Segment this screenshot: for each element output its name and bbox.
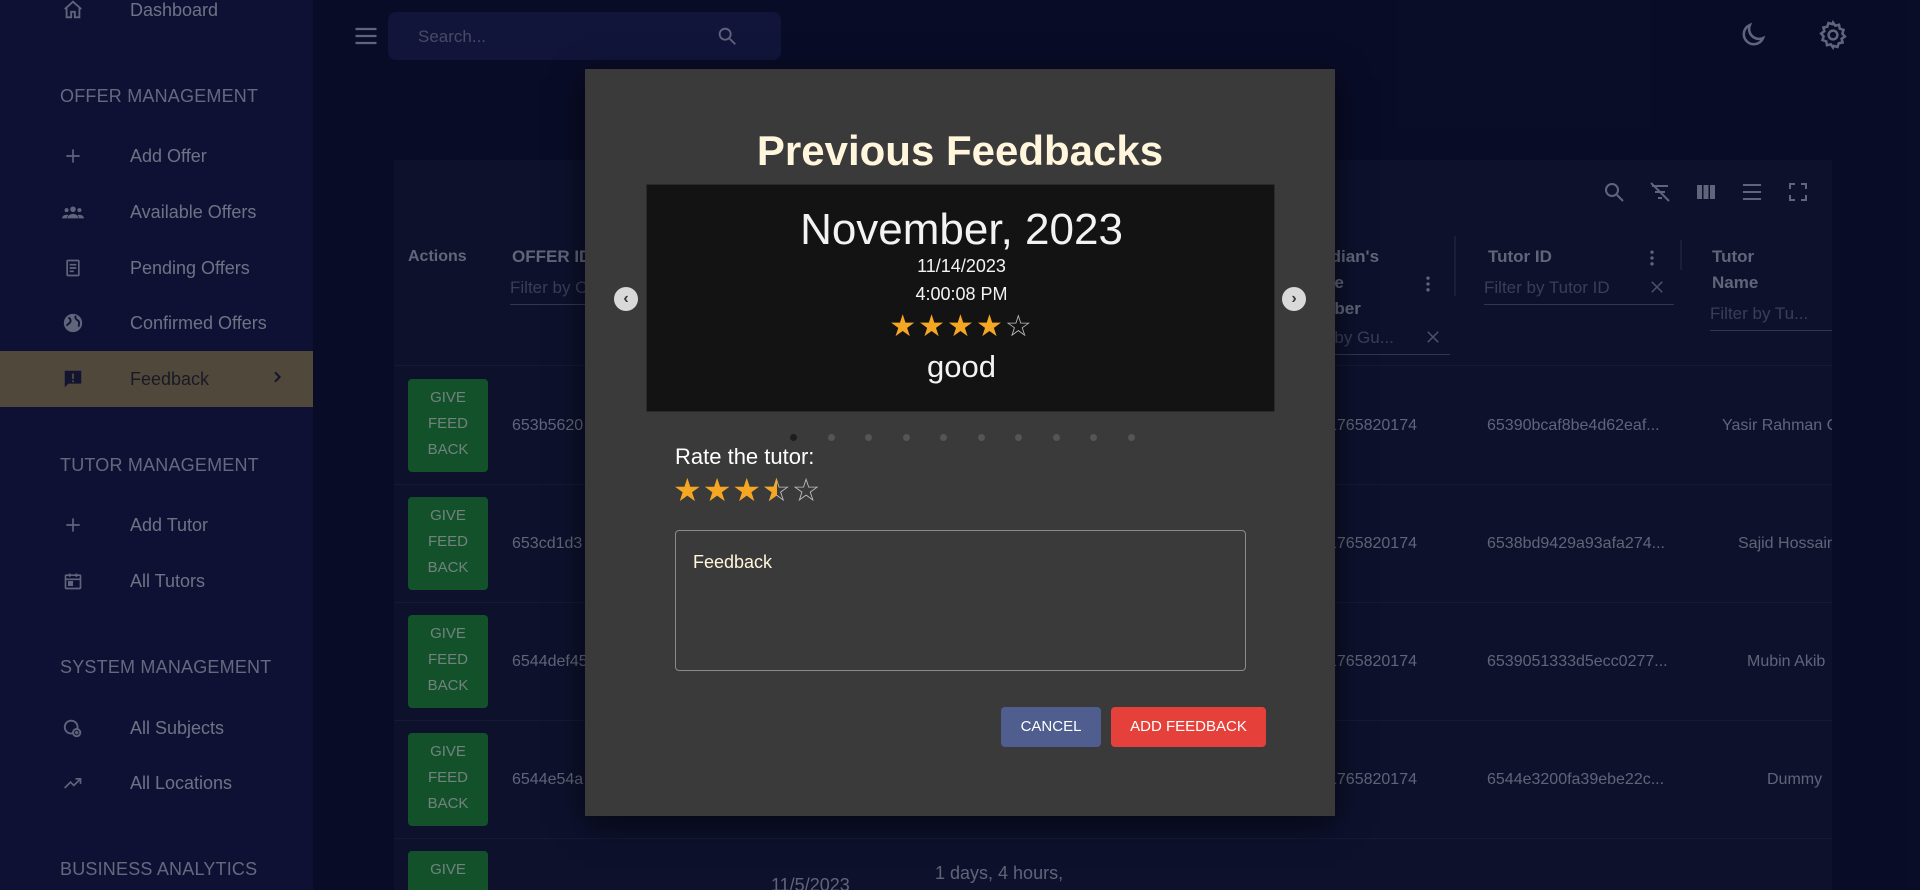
feedback-placeholder: Feedback: [693, 552, 773, 572]
star-empty-icon[interactable]: ☆: [792, 472, 822, 508]
feedback-time: 4:00:08 PM: [915, 284, 1008, 304]
feedback-textarea[interactable]: Feedback: [675, 530, 1246, 671]
carousel-dot[interactable]: [828, 434, 835, 441]
star-icon[interactable]: ★: [703, 472, 733, 508]
feedback-rating: ★★★★☆: [647, 309, 1276, 344]
star-icon: ★: [975, 310, 1005, 343]
modal-title: Previous Feedbacks: [756, 127, 1164, 174]
carousel-prev-icon[interactable]: ‹: [614, 287, 638, 311]
feedback-comment: good: [927, 349, 996, 384]
carousel-dot[interactable]: [940, 434, 947, 441]
carousel-next-icon[interactable]: ›: [1282, 287, 1306, 311]
carousel-dot[interactable]: [978, 434, 985, 441]
star-icon: ★: [947, 310, 976, 343]
cancel-button[interactable]: CANCEL: [1001, 707, 1101, 747]
star-icon[interactable]: ★: [673, 472, 703, 508]
rating-input[interactable]: ★★★☆★☆: [673, 471, 821, 509]
star-half-icon[interactable]: ☆★: [762, 471, 792, 509]
carousel-dot[interactable]: [903, 434, 910, 441]
add-feedback-button[interactable]: ADD FEEDBACK: [1111, 707, 1266, 747]
feedback-card: November, 2023 11/14/2023 4:00:08 PM ★★★…: [646, 184, 1275, 412]
carousel-dot[interactable]: [1128, 434, 1135, 441]
carousel-dots: [585, 434, 1335, 444]
star-icon: ★: [918, 310, 948, 343]
carousel-dot[interactable]: [790, 434, 797, 441]
rate-label: Rate the tutor:: [675, 444, 815, 469]
carousel-dot[interactable]: [1015, 434, 1022, 441]
star-icon[interactable]: ★: [732, 472, 762, 508]
carousel-dot[interactable]: [1090, 434, 1097, 441]
star-icon: ★: [889, 310, 919, 343]
star-empty-icon: ☆: [1004, 310, 1034, 343]
carousel-dot[interactable]: [865, 434, 872, 441]
carousel-dot[interactable]: [1053, 434, 1060, 441]
feedback-modal: Previous Feedbacks November, 2023 11/14/…: [585, 69, 1335, 816]
feedback-month: November, 2023: [800, 205, 1123, 254]
feedback-date: 11/14/2023: [917, 256, 1006, 276]
